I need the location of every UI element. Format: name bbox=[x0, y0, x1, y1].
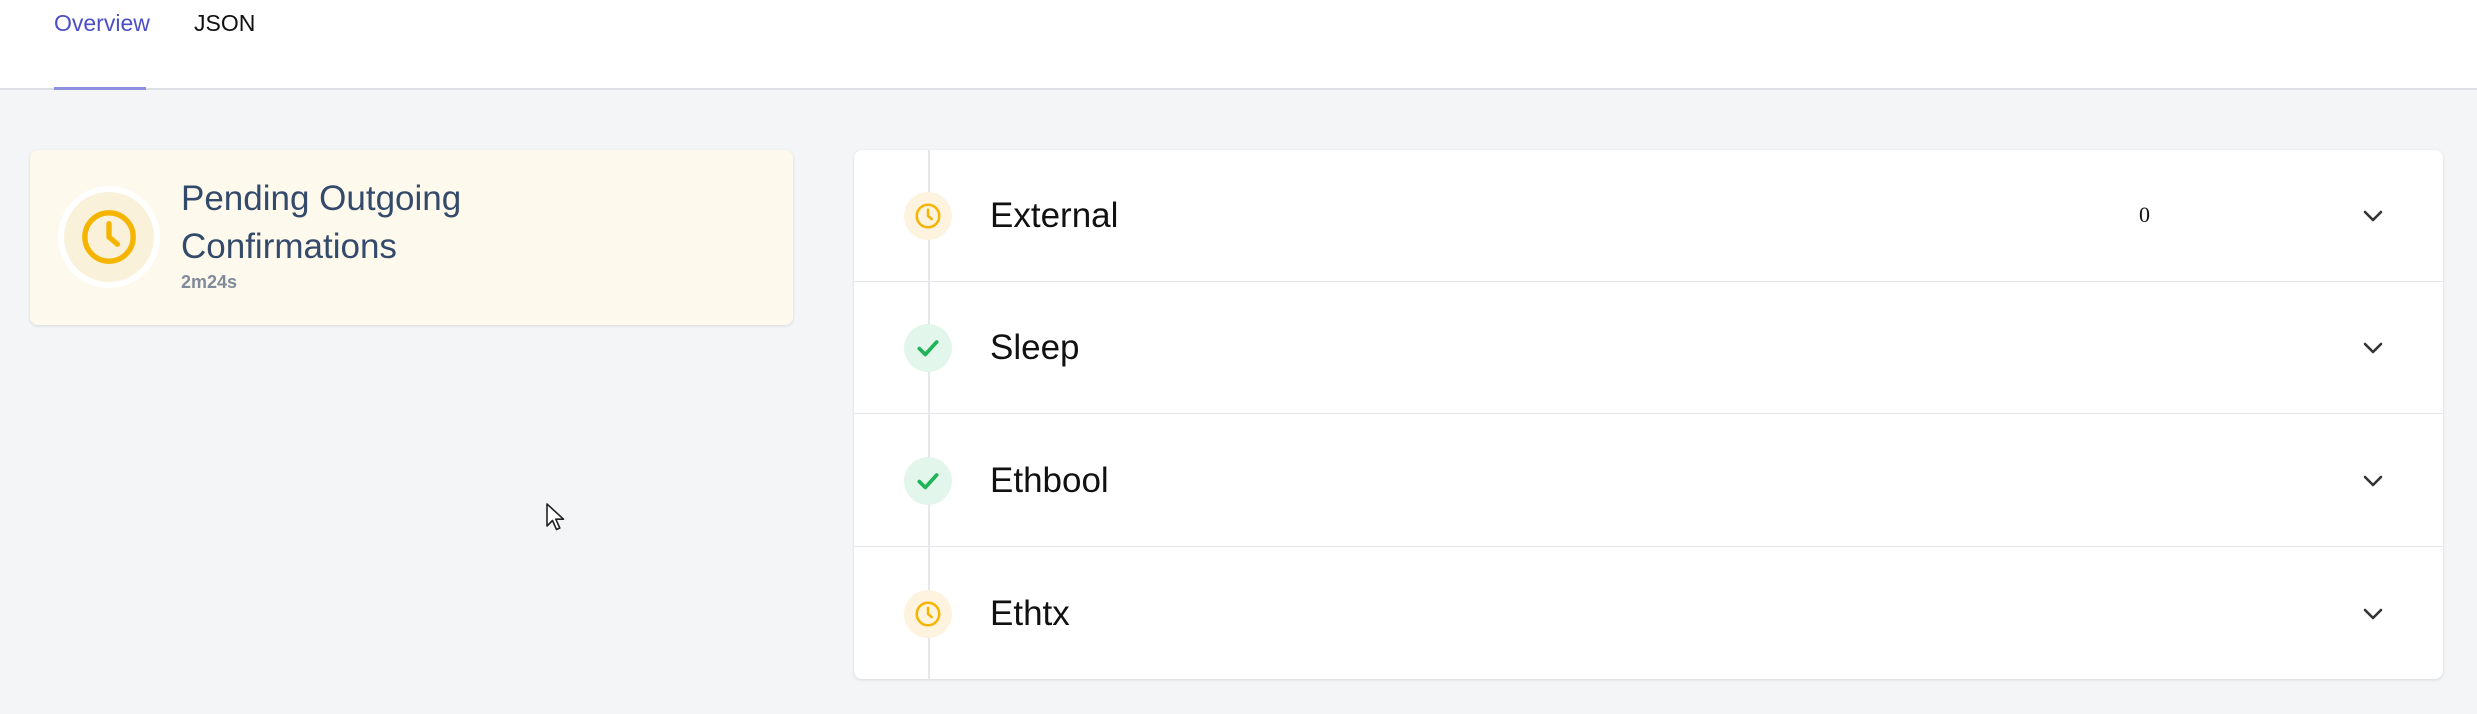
tab-overview-label: Overview bbox=[54, 10, 150, 36]
task-run-row-external[interactable]: External 0 bbox=[854, 150, 2443, 282]
task-run-value: 0 bbox=[2139, 202, 2150, 227]
status-card: Pending Outgoing Confirmations 2m24s bbox=[30, 150, 793, 325]
tab-bar: Overview JSON bbox=[0, 0, 2477, 90]
task-run-name: Ethbool bbox=[990, 461, 1109, 500]
task-run-name: Sleep bbox=[990, 328, 1080, 367]
task-run-row-sleep[interactable]: Sleep bbox=[854, 282, 2443, 414]
chevron-down-icon[interactable] bbox=[2359, 600, 2387, 628]
task-run-name: Ethtx bbox=[990, 594, 1070, 633]
tab-json-label: JSON bbox=[194, 10, 256, 36]
task-run-name: External bbox=[990, 196, 1119, 235]
mouse-cursor-icon bbox=[546, 503, 565, 531]
tab-json[interactable]: JSON bbox=[194, 0, 264, 90]
task-run-row-ethtx[interactable]: Ethtx bbox=[854, 548, 2443, 679]
status-icon-container bbox=[58, 186, 160, 288]
chevron-down-icon[interactable] bbox=[2359, 202, 2387, 230]
check-icon bbox=[917, 473, 939, 490]
chevron-down-icon[interactable] bbox=[2359, 467, 2387, 495]
status-duration: 2m24s bbox=[181, 272, 238, 292]
active-tab-indicator bbox=[54, 87, 146, 90]
status-title: Pending Outgoing Confirmations bbox=[181, 179, 462, 266]
chevron-down-icon[interactable] bbox=[2359, 334, 2387, 362]
tab-overview[interactable]: Overview bbox=[54, 0, 150, 90]
clock-icon bbox=[82, 210, 136, 264]
clock-icon bbox=[915, 203, 941, 229]
task-runs-list: External 0 Sleep Ethbool Ethtx bbox=[854, 150, 2443, 679]
check-icon bbox=[917, 340, 939, 357]
clock-icon bbox=[915, 601, 941, 627]
task-run-row-ethbool[interactable]: Ethbool bbox=[854, 415, 2443, 547]
